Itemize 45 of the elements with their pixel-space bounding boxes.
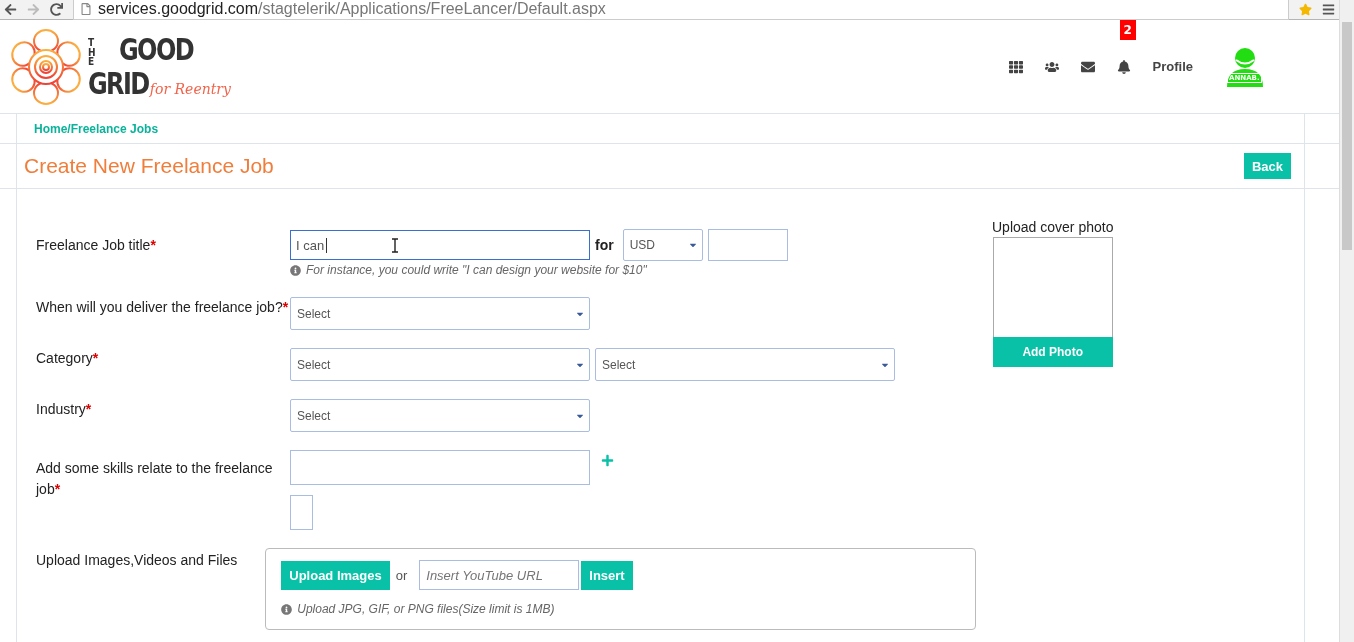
required-mark: *	[92, 350, 99, 366]
field-label: Add some skills relate to the freelance job*	[36, 459, 274, 499]
menu-icon[interactable]	[1322, 3, 1335, 16]
field-label: Industry*	[36, 400, 93, 419]
envelope-icon[interactable]	[1080, 59, 1095, 74]
hint-text: For instance, you could write "I can design your website for $10"	[306, 263, 647, 277]
select-dropdown[interactable]: Select	[290, 348, 590, 381]
select-dropdown[interactable]: Select	[595, 348, 895, 381]
select-dropdown[interactable]: Select	[290, 297, 590, 330]
info-icon	[281, 603, 293, 615]
reload-icon[interactable]	[50, 3, 63, 16]
field-label: Category*	[36, 349, 100, 368]
address-bar[interactable]: services.goodgrid.com/stagtelerik/Applications/FreeLancer/Default.aspx	[73, 0, 1289, 20]
profile-link[interactable]: Profile	[1152, 59, 1193, 74]
grid-icon[interactable]	[1008, 59, 1023, 74]
for-label: for	[595, 237, 614, 253]
price-input[interactable]	[707, 229, 788, 261]
required-mark: *	[54, 481, 61, 497]
notification-badge: 2	[1119, 19, 1136, 40]
or-label: or	[395, 567, 408, 583]
field-label: When will you deliver the freelance job?*	[36, 298, 290, 317]
required-mark: *	[150, 237, 156, 253]
users-icon[interactable]	[1044, 59, 1059, 74]
back-arrow-icon[interactable]	[4, 3, 17, 16]
flower-logo-icon	[8, 26, 84, 107]
skill-input[interactable]	[290, 450, 590, 485]
job-title-input[interactable]: I can	[290, 230, 590, 260]
star-icon[interactable]	[1299, 3, 1312, 16]
page-title: Create New Freelance Job	[24, 154, 274, 178]
required-mark: *	[85, 401, 92, 417]
skill-tag-box	[290, 495, 313, 530]
select-dropdown[interactable]: Select	[290, 399, 590, 432]
hint-text: Upload JPG, GIF, or PNG files(Size limit is 1MB)	[297, 602, 555, 616]
field-label: Upload Images,Videos and Files	[36, 551, 239, 570]
scrollbar[interactable]	[1339, 0, 1354, 642]
required-mark: *	[282, 299, 289, 315]
cover-photo-title: Upload cover photo	[992, 219, 1114, 235]
page-icon	[80, 3, 92, 15]
info-icon	[290, 264, 301, 276]
youtube-url-input[interactable]: Insert YouTube URL	[419, 560, 580, 590]
text-cursor-icon	[391, 238, 399, 253]
site-logo[interactable]: THE GOOD GRIDfor Reentry	[8, 26, 231, 107]
user-silhouette-icon	[1225, 46, 1265, 87]
currency-select[interactable]: USD	[622, 229, 703, 261]
field-label: Freelance Job title*	[36, 236, 157, 255]
